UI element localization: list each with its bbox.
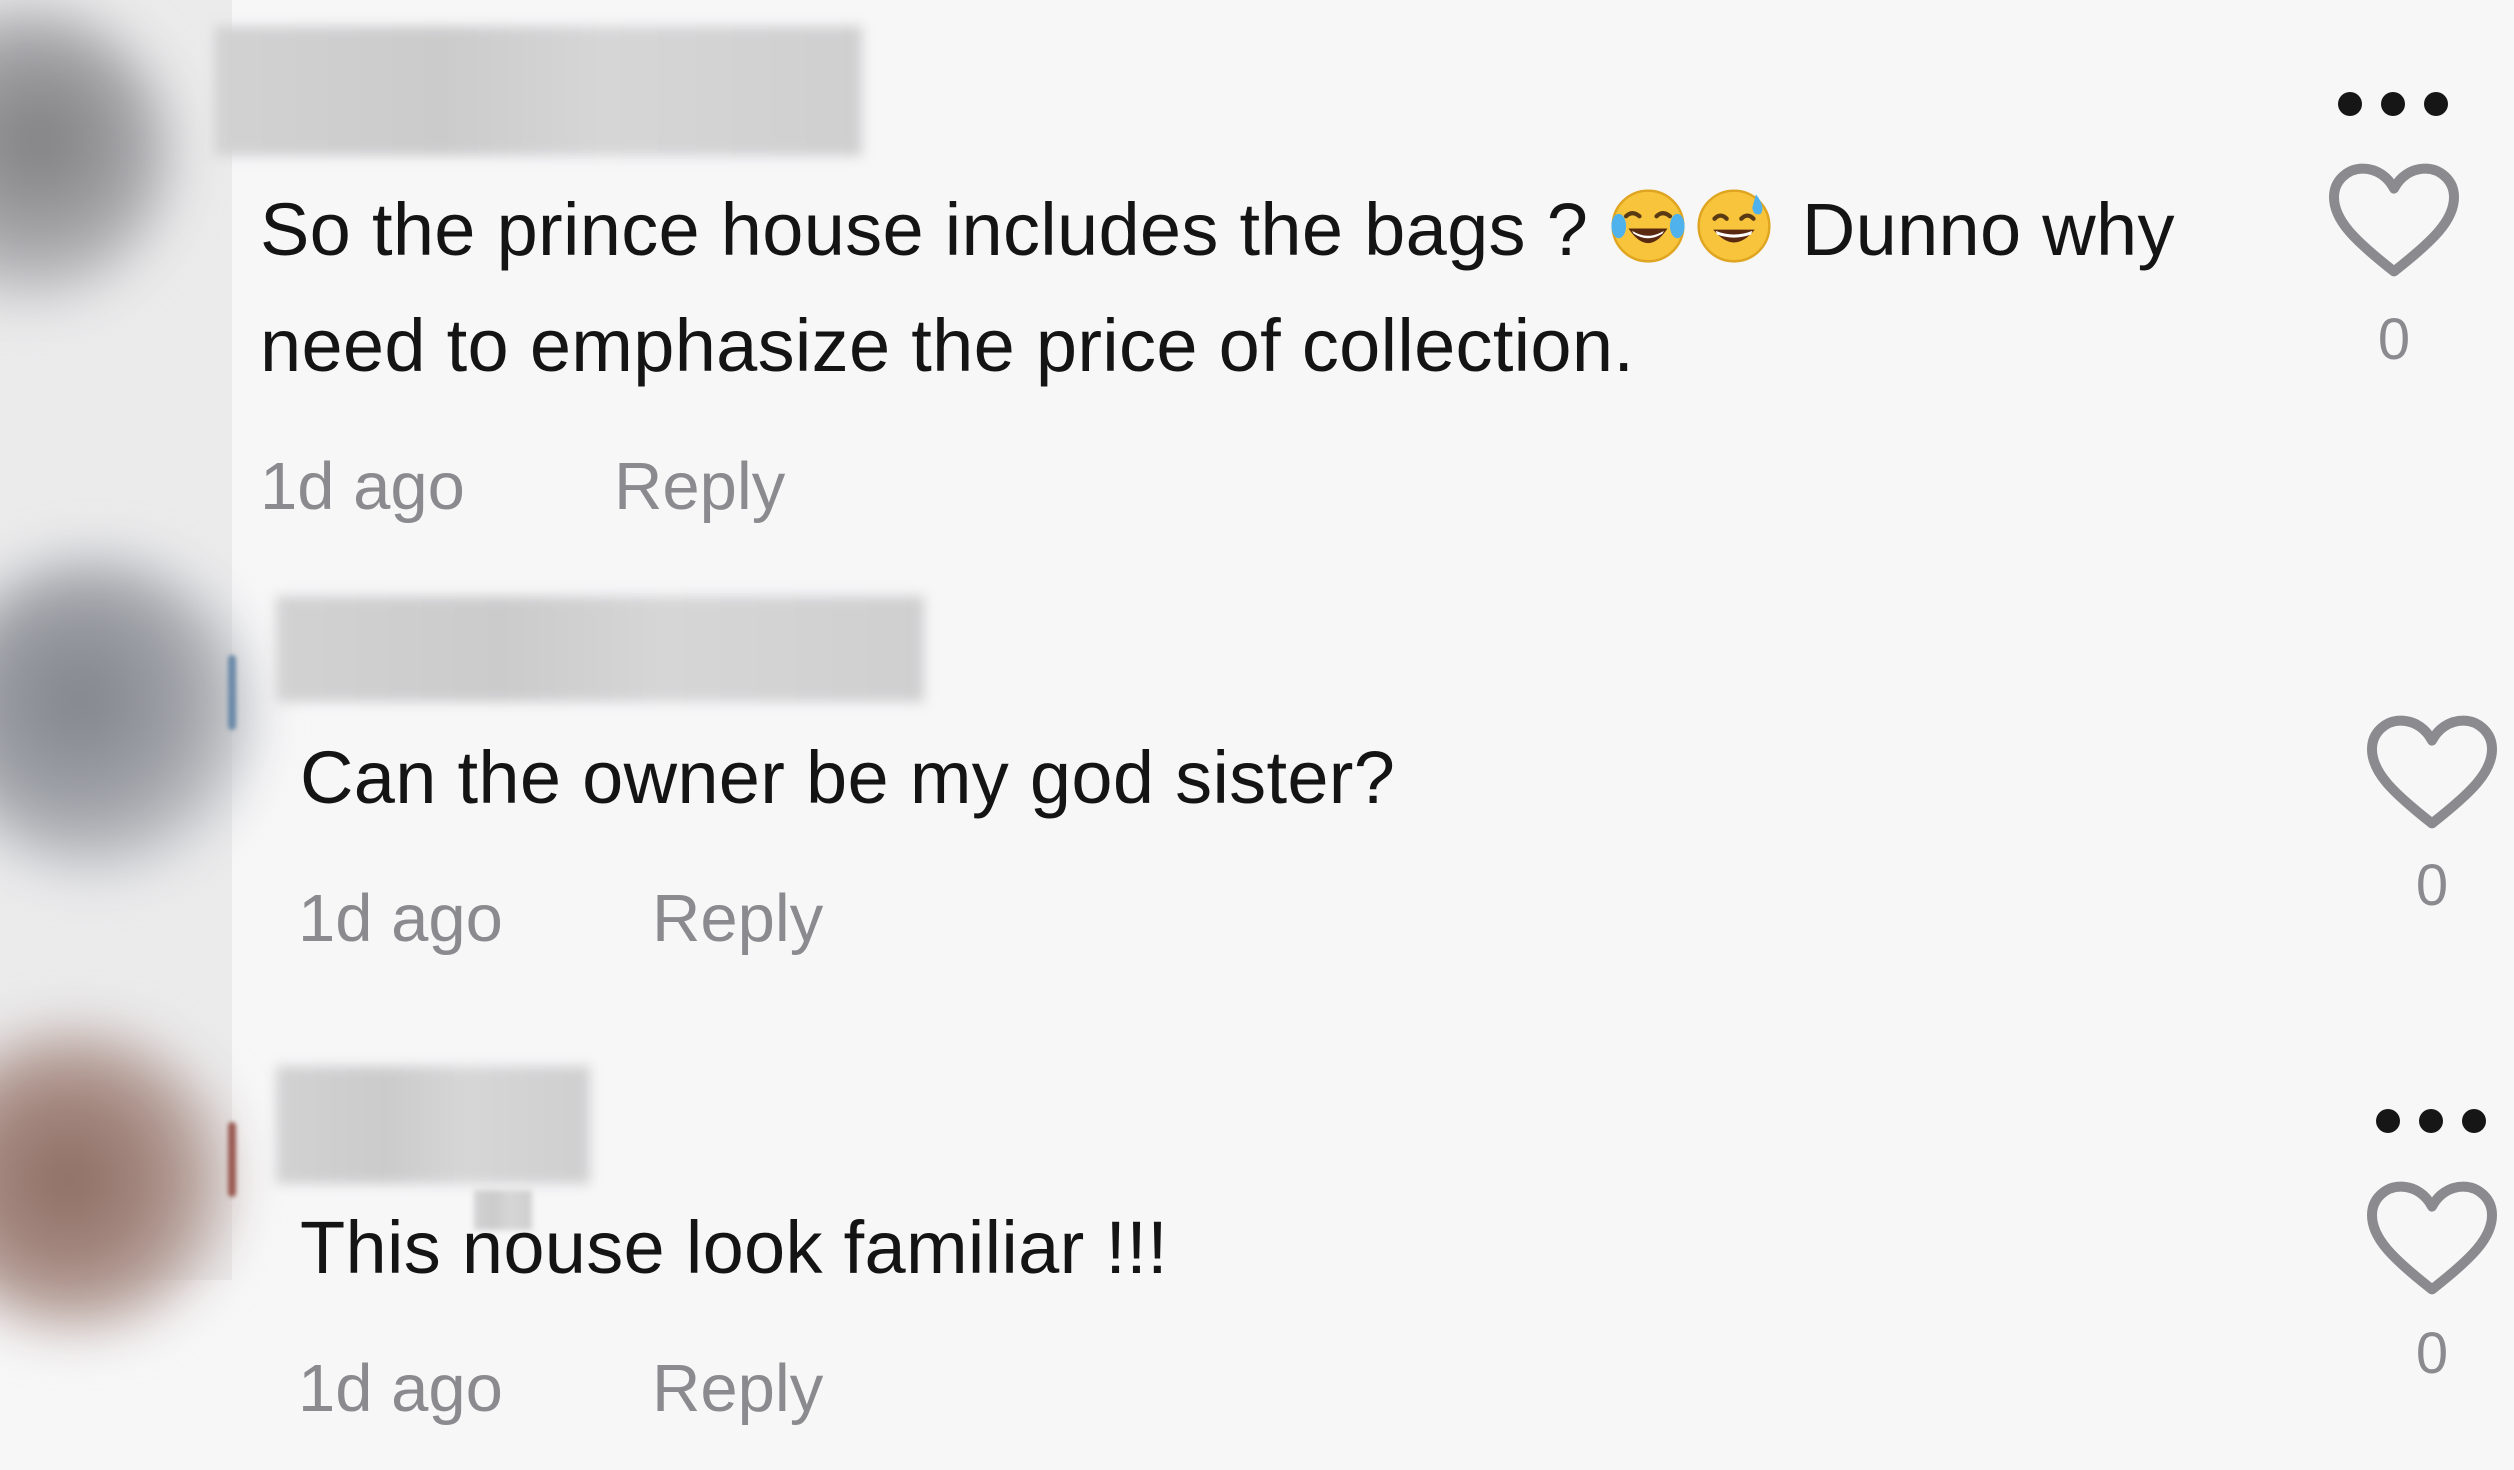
comment-timestamp: 1d ago [298, 881, 503, 956]
username-redacted[interactable] [276, 596, 924, 702]
reply-button[interactable]: Reply [652, 1350, 823, 1427]
avatar-ring [228, 1122, 236, 1197]
face-with-tears-of-joy-icon [1611, 189, 1685, 263]
comments-panel: So the prince house includes the bags ? … [0, 0, 2514, 1470]
avatar[interactable] [0, 560, 250, 870]
comment-text: This nouse look familiar !!! [300, 1206, 1168, 1289]
like-count: 0 [2377, 307, 2411, 372]
comment-text: So the prince house includes the bags ? … [260, 172, 2260, 404]
reply-button[interactable]: Reply [614, 448, 785, 525]
comment-timestamp: 1d ago [298, 1351, 503, 1426]
comment-timestamp: 1d ago [260, 449, 465, 524]
heart-icon[interactable] [2362, 712, 2502, 832]
heart-icon[interactable] [2362, 1178, 2502, 1298]
avatar-column [0, 0, 250, 1330]
heart-icon[interactable] [2324, 160, 2464, 280]
grinning-face-with-sweat-icon [1697, 189, 1771, 263]
more-options-icon[interactable] [2338, 89, 2448, 119]
username-redacted[interactable] [214, 26, 862, 156]
like-count: 0 [2415, 853, 2449, 918]
comment-meta: 1d ago [260, 448, 465, 525]
like-count: 0 [2415, 1321, 2449, 1386]
reply-button[interactable]: Reply [652, 880, 823, 957]
more-options-icon[interactable] [2376, 1106, 2486, 1136]
avatar[interactable] [0, 1030, 230, 1330]
username-redacted[interactable] [276, 1066, 590, 1184]
avatar[interactable] [0, 10, 170, 300]
comment-text-part: So the prince house includes the bags ? [260, 188, 1610, 271]
comment-text: Can the owner be my god sister? [300, 736, 1396, 819]
avatar-ring [228, 655, 236, 730]
